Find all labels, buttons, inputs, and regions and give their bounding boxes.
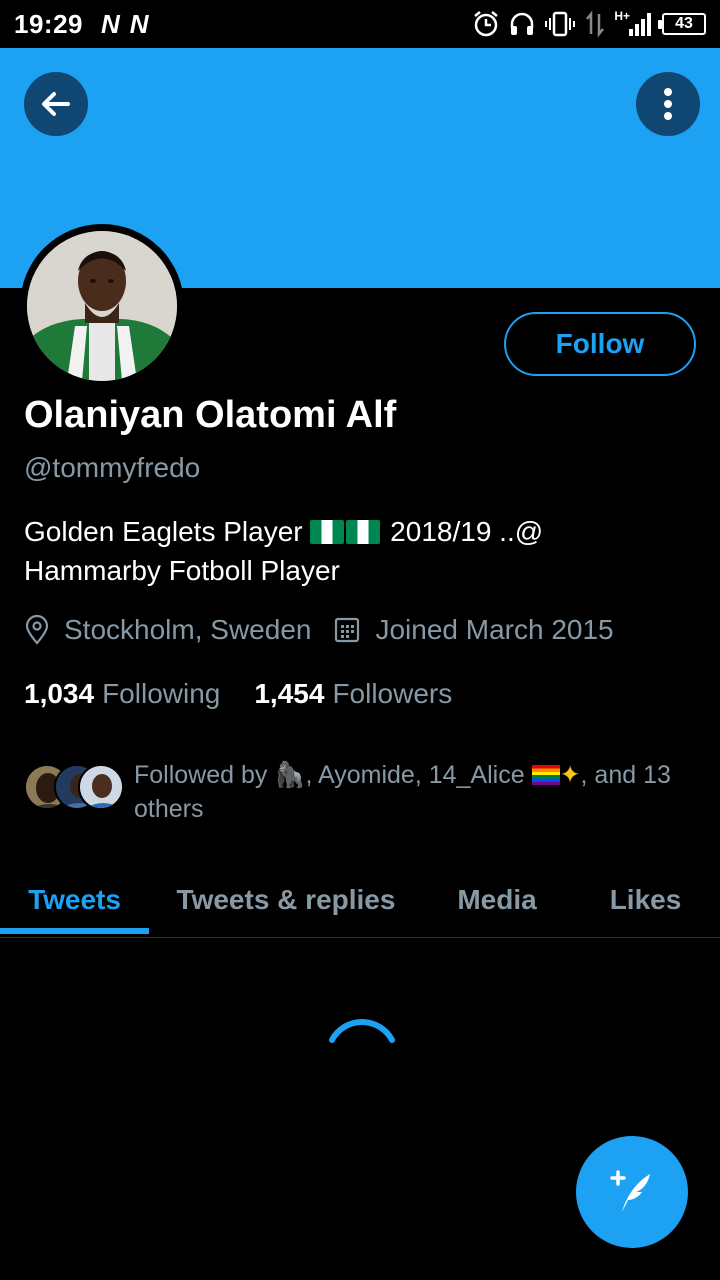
arrow-left-icon — [42, 92, 70, 116]
back-button[interactable] — [24, 72, 88, 136]
bio-text: Hammarby Fotboll Player — [24, 555, 340, 586]
follower-avatars — [24, 764, 132, 816]
followed-by-row[interactable]: Followed by 🦍, Ayomide, 14_Alice ✦, and … — [24, 758, 704, 826]
profile-tabs: Tweets Tweets & replies Media Likes — [0, 862, 720, 938]
notification-icon: N — [129, 8, 149, 39]
followed-by-prefix: Followed by — [134, 761, 268, 789]
headphones-icon — [511, 12, 534, 35]
active-tab-indicator — [0, 928, 149, 934]
profile-meta: Stockholm, Sweden Joined March 2015 — [24, 614, 614, 646]
followers-label: Followers — [332, 678, 453, 709]
notification-icon: N — [101, 8, 120, 39]
signal-icon — [629, 13, 651, 36]
avatar[interactable] — [27, 231, 177, 381]
bio-text: 2018/19 ..@ — [390, 516, 544, 547]
profile-stats: 1,034 Following 1,454 Followers — [24, 678, 486, 710]
more-options-button[interactable] — [636, 72, 700, 136]
following-link[interactable]: 1,034 Following — [24, 678, 220, 710]
data-transfer-icon — [586, 10, 605, 38]
avatar-frame[interactable] — [20, 224, 184, 388]
network-type: H+ — [614, 9, 630, 23]
followed-by-names: , Ayomide, 14_Alice — [305, 761, 525, 789]
alarm-icon — [474, 11, 499, 37]
tab-media[interactable]: Media — [423, 862, 571, 937]
follower-avatar — [78, 764, 124, 810]
nigeria-flag-icon — [310, 520, 345, 544]
status-bar: 19:29 N N H+ 43 — [0, 0, 720, 48]
calendar-icon — [333, 616, 361, 644]
tab-tweets[interactable]: Tweets — [0, 862, 149, 937]
location-icon — [24, 615, 50, 645]
vibrate-icon — [545, 11, 576, 37]
bio-text: Golden Eaglets Player — [24, 516, 303, 547]
followers-link[interactable]: 1,454 Followers — [254, 678, 452, 710]
nigeria-flag-icon — [346, 520, 381, 544]
compose-tweet-button[interactable] — [576, 1136, 688, 1248]
profile-location: Stockholm, Sweden — [64, 614, 312, 645]
followed-by-text: Followed by 🦍, Ayomide, 14_Alice ✦, and … — [134, 758, 704, 826]
more-vertical-icon — [664, 88, 672, 120]
tab-tweets-and-replies[interactable]: Tweets & replies — [149, 862, 423, 937]
profile-handle: @tommyfredo — [24, 452, 201, 483]
following-count: 1,034 — [24, 678, 95, 709]
status-time: 19:29 — [14, 8, 83, 39]
battery-icon: 43 — [658, 13, 706, 35]
tab-likes[interactable]: Likes — [571, 862, 720, 937]
profile-joined-date: Joined March 2015 — [375, 614, 614, 645]
battery-level: 43 — [675, 15, 693, 32]
star-emoji-icon: ✦ — [559, 761, 581, 789]
follow-button[interactable]: Follow — [504, 312, 696, 376]
profile-bio: Golden Eaglets Player 2018/19 ..@ Hammar… — [24, 512, 684, 590]
gorilla-emoji-icon: 🦍 — [274, 761, 306, 789]
compose-tweet-icon — [610, 1170, 650, 1212]
avatar-image — [27, 231, 177, 381]
following-label: Following — [102, 678, 221, 709]
loading-spinner-icon — [329, 1019, 395, 1043]
rainbow-flag-emoji-icon — [531, 765, 560, 785]
profile-name: Olaniyan Olatomi Alf — [24, 394, 397, 436]
followers-count: 1,454 — [254, 678, 325, 709]
